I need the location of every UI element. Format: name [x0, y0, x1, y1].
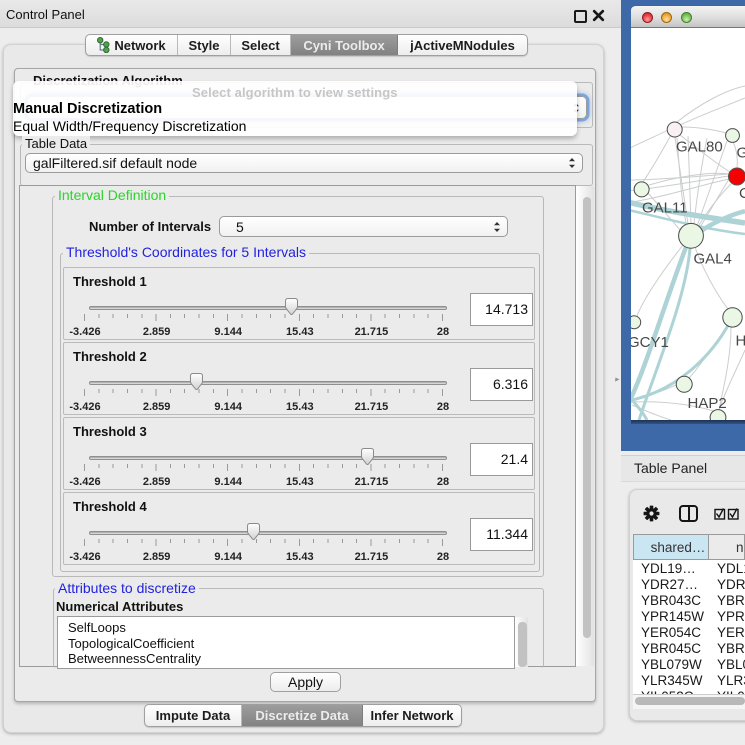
svg-text:GAL4: GAL4: [694, 251, 732, 268]
svg-text:GAL80: GAL80: [676, 139, 723, 156]
svg-text:HAP2: HAP2: [688, 395, 727, 412]
svg-text:C: C: [739, 185, 745, 202]
svg-text:GAL11: GAL11: [642, 200, 688, 217]
svg-text:GCY1: GCY1: [631, 334, 669, 351]
svg-text:GA: GA: [737, 145, 745, 162]
svg-text:H: H: [736, 333, 745, 350]
